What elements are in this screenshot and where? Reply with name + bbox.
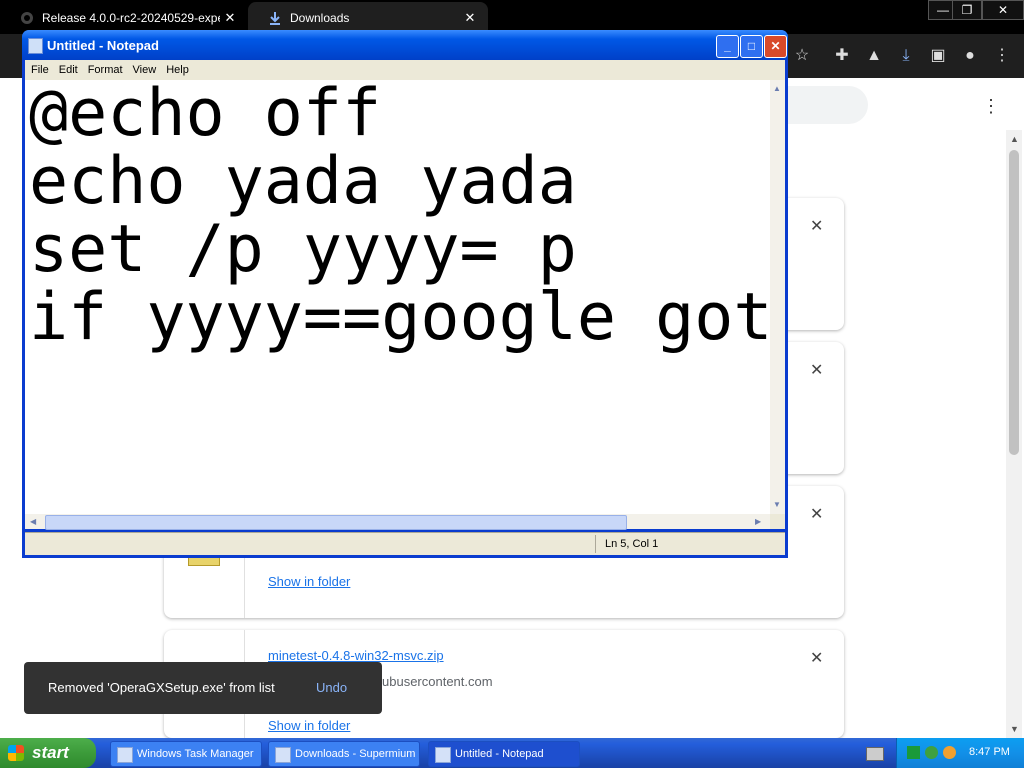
- horizontal-scrollbar[interactable]: ◀ ▶: [25, 514, 770, 530]
- minimize-button[interactable]: _: [716, 35, 739, 58]
- network-icon[interactable]: [925, 746, 938, 759]
- clock: 8:47 PM: [969, 746, 1010, 758]
- window-title: Untitled - Notepad: [47, 38, 159, 53]
- menu-format[interactable]: Format: [88, 64, 123, 76]
- editor-content[interactable]: @echo off echo yada yada set /p yyyy= p …: [25, 80, 770, 352]
- scroll-left-icon[interactable]: ◀: [30, 517, 36, 526]
- notepad-icon: [28, 38, 43, 54]
- notepad-window: Untitled - Notepad _ □ ✕ File Edit Forma…: [22, 30, 788, 558]
- remove-button[interactable]: ✕: [810, 648, 823, 668]
- scroll-down-icon[interactable]: ▼: [1010, 724, 1019, 734]
- remove-button[interactable]: ✕: [810, 504, 823, 524]
- cursor-position: Ln 5, Col 1: [605, 538, 659, 550]
- tab-title: Release 4.0.0-rc2-20240529-experi: [42, 11, 220, 25]
- show-in-folder-link[interactable]: Show in folder: [268, 718, 350, 733]
- undo-button[interactable]: Undo: [316, 680, 347, 695]
- system-tray: 8:47 PM: [896, 738, 1024, 768]
- snackbar-message: Removed 'OperaGXSetup.exe' from list: [48, 680, 275, 695]
- browser-tabstrip: Release 4.0.0-rc2-20240529-experi ✕ Down…: [0, 0, 1024, 34]
- menu-help[interactable]: Help: [166, 64, 189, 76]
- remove-button[interactable]: ✕: [810, 360, 823, 380]
- scrollbar-thumb[interactable]: [1009, 150, 1019, 455]
- github-icon: [20, 11, 34, 25]
- flask-icon[interactable]: ▲: [862, 44, 886, 68]
- more-options-icon[interactable]: ⋮: [982, 96, 1000, 117]
- notepad-icon: [435, 747, 451, 763]
- taskbar-item-task-manager[interactable]: Windows Task Manager: [110, 741, 262, 767]
- windows-logo-icon: [8, 745, 24, 761]
- vertical-scrollbar[interactable]: ▲ ▼: [770, 80, 785, 514]
- close-button[interactable]: ✕: [982, 0, 1024, 20]
- notepad-titlebar[interactable]: Untitled - Notepad _ □ ✕: [22, 30, 788, 60]
- size-grip[interactable]: [770, 514, 785, 529]
- menu-file[interactable]: File: [31, 64, 49, 76]
- snackbar: Removed 'OperaGXSetup.exe' from list Und…: [24, 662, 382, 714]
- search-icon[interactable]: [943, 746, 956, 759]
- remove-button[interactable]: ✕: [810, 216, 823, 236]
- file-name-link[interactable]: minetest-0.4.8-win32-msvc.zip: [268, 648, 444, 663]
- browser-icon: [275, 747, 291, 763]
- tab-title: Downloads: [290, 11, 350, 25]
- profile-icon[interactable]: ●: [958, 44, 982, 68]
- download-icon: [268, 11, 282, 25]
- taskbar: start Windows Task Manager Downloads - S…: [0, 738, 1024, 768]
- taskbar-item-label: Untitled - Notepad: [455, 748, 544, 760]
- menu-view[interactable]: View: [133, 64, 157, 76]
- task-manager-icon: [117, 747, 133, 763]
- taskbar-item-label: Windows Task Manager: [137, 748, 254, 760]
- scroll-right-icon[interactable]: ▶: [755, 517, 761, 526]
- text-editor[interactable]: @echo off echo yada yada set /p yyyy= p …: [25, 80, 770, 514]
- taskbar-item-downloads[interactable]: Downloads - Supermium: [268, 741, 420, 767]
- puzzle-icon[interactable]: ✚: [830, 44, 854, 68]
- taskbar-item-label: Downloads - Supermium: [295, 748, 416, 760]
- star-icon[interactable]: ☆: [790, 44, 814, 68]
- download-icon[interactable]: ⤓: [894, 44, 918, 68]
- restore-button[interactable]: ❐: [952, 0, 982, 20]
- show-in-folder-link[interactable]: Show in folder: [268, 574, 350, 589]
- source-url: ubusercontent.com: [382, 674, 493, 689]
- menu-bar: File Edit Format View Help: [25, 60, 785, 80]
- menu-edit[interactable]: Edit: [59, 64, 78, 76]
- menu-icon[interactable]: ⋮: [990, 44, 1014, 68]
- scroll-down-icon[interactable]: ▼: [773, 500, 781, 509]
- start-label: start: [32, 743, 69, 762]
- sidebar-icon[interactable]: ▣: [926, 44, 950, 68]
- status-bar: Ln 5, Col 1: [25, 532, 785, 555]
- tab-close-button[interactable]: ✕: [220, 10, 240, 26]
- scroll-up-icon[interactable]: ▲: [773, 84, 781, 93]
- status-divider: [595, 535, 596, 553]
- start-button[interactable]: start: [0, 738, 96, 768]
- scroll-up-icon[interactable]: ▲: [1010, 134, 1019, 144]
- tray-app-icon[interactable]: [907, 746, 920, 759]
- close-button[interactable]: ✕: [764, 35, 787, 58]
- taskbar-item-notepad[interactable]: Untitled - Notepad: [428, 741, 580, 767]
- horizontal-scroll-thumb[interactable]: [45, 515, 627, 530]
- tab-close-button[interactable]: ✕: [460, 10, 480, 26]
- maximize-button[interactable]: □: [740, 35, 763, 58]
- keyboard-icon[interactable]: [866, 747, 884, 761]
